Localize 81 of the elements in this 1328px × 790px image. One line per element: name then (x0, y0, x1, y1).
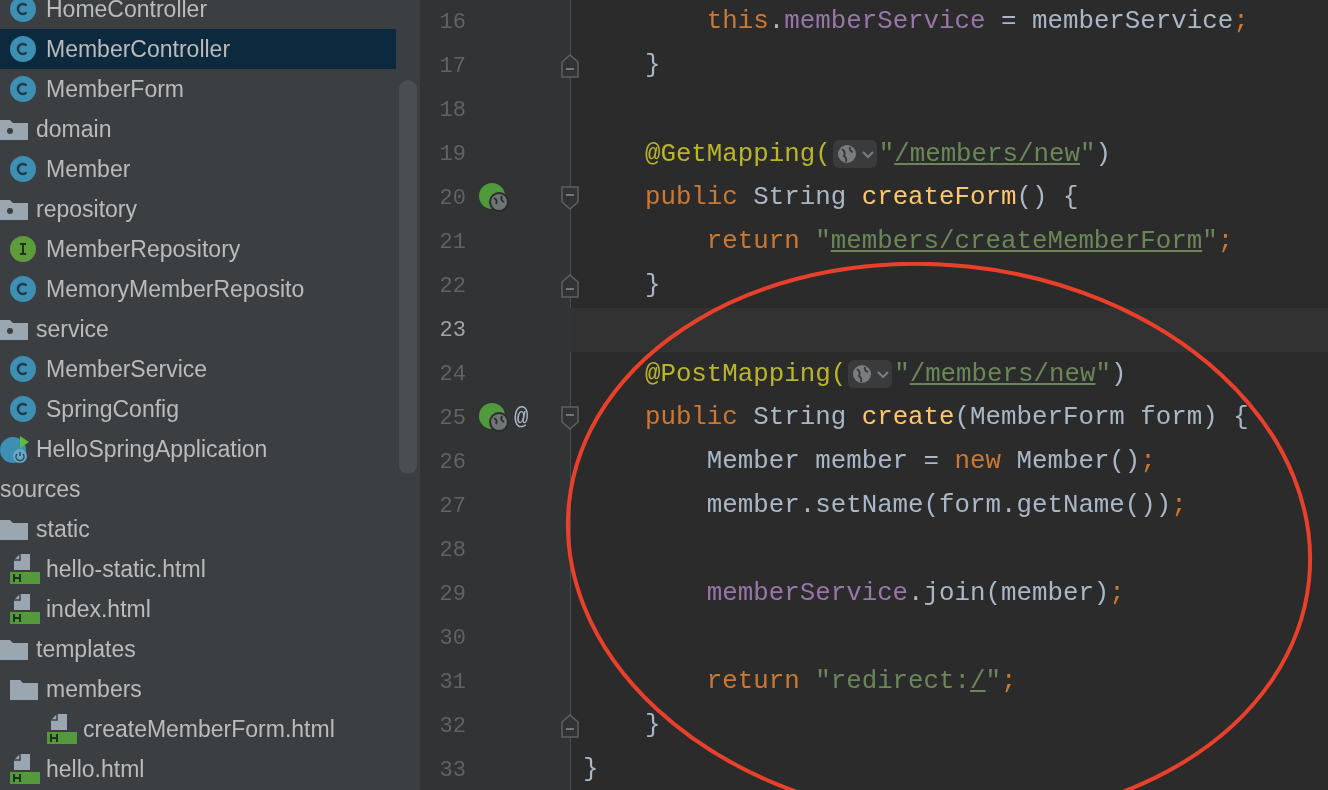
web-endpoint-icon[interactable] (479, 183, 511, 213)
tree-item-label: members (46, 674, 142, 704)
folder-icon (10, 678, 38, 700)
fold-marker-icon[interactable] (561, 714, 579, 738)
tree-item[interactable]: Member (0, 149, 396, 189)
tree-item[interactable]: MemberRepository (0, 229, 396, 269)
web-endpoint-icon[interactable] (479, 403, 511, 433)
tree-item[interactable]: service (0, 309, 396, 349)
tree-item-label: MemoryMemberReposito (46, 274, 305, 304)
tree-item-label: MemberForm (46, 74, 184, 104)
html-file-icon (10, 754, 40, 784)
tree-item[interactable]: MemberService (0, 349, 396, 389)
app-class-icon (0, 434, 30, 464)
folder-icon (0, 638, 28, 660)
tree-item[interactable]: createMemberForm.html (0, 709, 396, 749)
fold-marker-icon[interactable] (561, 54, 579, 78)
tree-item-label: service (36, 314, 109, 344)
tree-item-label: Member (46, 154, 131, 184)
globe-dropdown-hint[interactable] (848, 360, 893, 388)
tree-item-label: static (36, 514, 90, 544)
tree-item-label: MemberRepository (46, 234, 241, 264)
fold-marker-icon[interactable] (561, 274, 579, 298)
code-line: public String createForm() { (643, 185, 1079, 211)
tree-item-label: HelloSpringApplication (36, 434, 268, 464)
class-icon (10, 36, 36, 62)
tree-item[interactable]: MemoryMemberReposito (0, 269, 396, 309)
tree-item[interactable]: hello.html (0, 749, 396, 789)
code-line: public String create(MemberForm form) { (643, 405, 1249, 431)
code-line: } (643, 273, 661, 299)
tree-item[interactable]: templates (0, 629, 396, 669)
code-line: memberService.join(member); (705, 581, 1125, 607)
class-icon (10, 156, 36, 182)
class-icon (10, 0, 36, 22)
code-line: } (583, 757, 599, 783)
folder-icon (0, 518, 28, 540)
class-icon (10, 276, 36, 302)
class-icon (10, 396, 36, 422)
tree-item-label: index.html (46, 594, 151, 624)
code-line: this.memberService = memberService; (705, 9, 1249, 35)
tree-item[interactable]: hello-static.html (0, 549, 396, 589)
tree-item-label: hello.html (46, 754, 145, 784)
tree-item-label: domain (36, 114, 112, 144)
tree-item[interactable]: HelloSpringApplication (0, 429, 396, 469)
code-line: member.setName(form.getName()); (705, 493, 1187, 519)
class-icon (10, 356, 36, 382)
tree-item[interactable]: MemberController (0, 29, 396, 69)
tree-item[interactable]: index.html (0, 589, 396, 629)
fold-marker-icon[interactable] (561, 406, 579, 430)
code-line: return "members/createMemberForm"; (705, 229, 1234, 255)
code-line: @GetMapping( "/members/new") (643, 140, 1111, 168)
tree-item[interactable]: SpringConfig (0, 389, 396, 429)
code-line: } (643, 713, 661, 739)
tree-item-label: MemberController (46, 34, 231, 64)
tree-item-label: HomeController (46, 0, 208, 24)
tree-item-label: sources (0, 474, 81, 504)
tree-item[interactable]: HomeController (0, 0, 396, 29)
tree-item[interactable]: sources (0, 469, 396, 509)
tree-item-label: repository (36, 194, 137, 224)
line-number: 23 (438, 316, 466, 345)
tree-item-label: MemberService (46, 354, 208, 384)
tree-item-label: templates (36, 634, 136, 664)
html-file-icon (10, 594, 40, 624)
code-line: } (643, 53, 661, 79)
tree-item-label: hello-static.html (46, 554, 206, 584)
tree-item[interactable]: static (0, 509, 396, 549)
tree-item[interactable]: members (0, 669, 396, 709)
tree-item-label: createMemberForm.html (83, 714, 335, 744)
tree-item-label: SpringConfig (46, 394, 179, 424)
tree-item[interactable]: domain (0, 109, 396, 149)
code-line: Member member = new Member(); (705, 449, 1156, 475)
fold-marker-icon[interactable] (561, 186, 579, 210)
code-line: return "redirect:/"; (705, 669, 1017, 695)
html-file-icon (47, 714, 77, 744)
globe-dropdown-hint[interactable] (832, 140, 877, 168)
tree-item[interactable]: repository (0, 189, 396, 229)
interface-icon (10, 236, 36, 262)
html-file-icon (10, 554, 40, 584)
tree-item[interactable]: MemberForm (0, 69, 396, 109)
class-icon (10, 76, 36, 102)
gutter-marker[interactable]: @ (514, 400, 529, 436)
code-line: @PostMapping( "/members/new") (643, 360, 1127, 388)
